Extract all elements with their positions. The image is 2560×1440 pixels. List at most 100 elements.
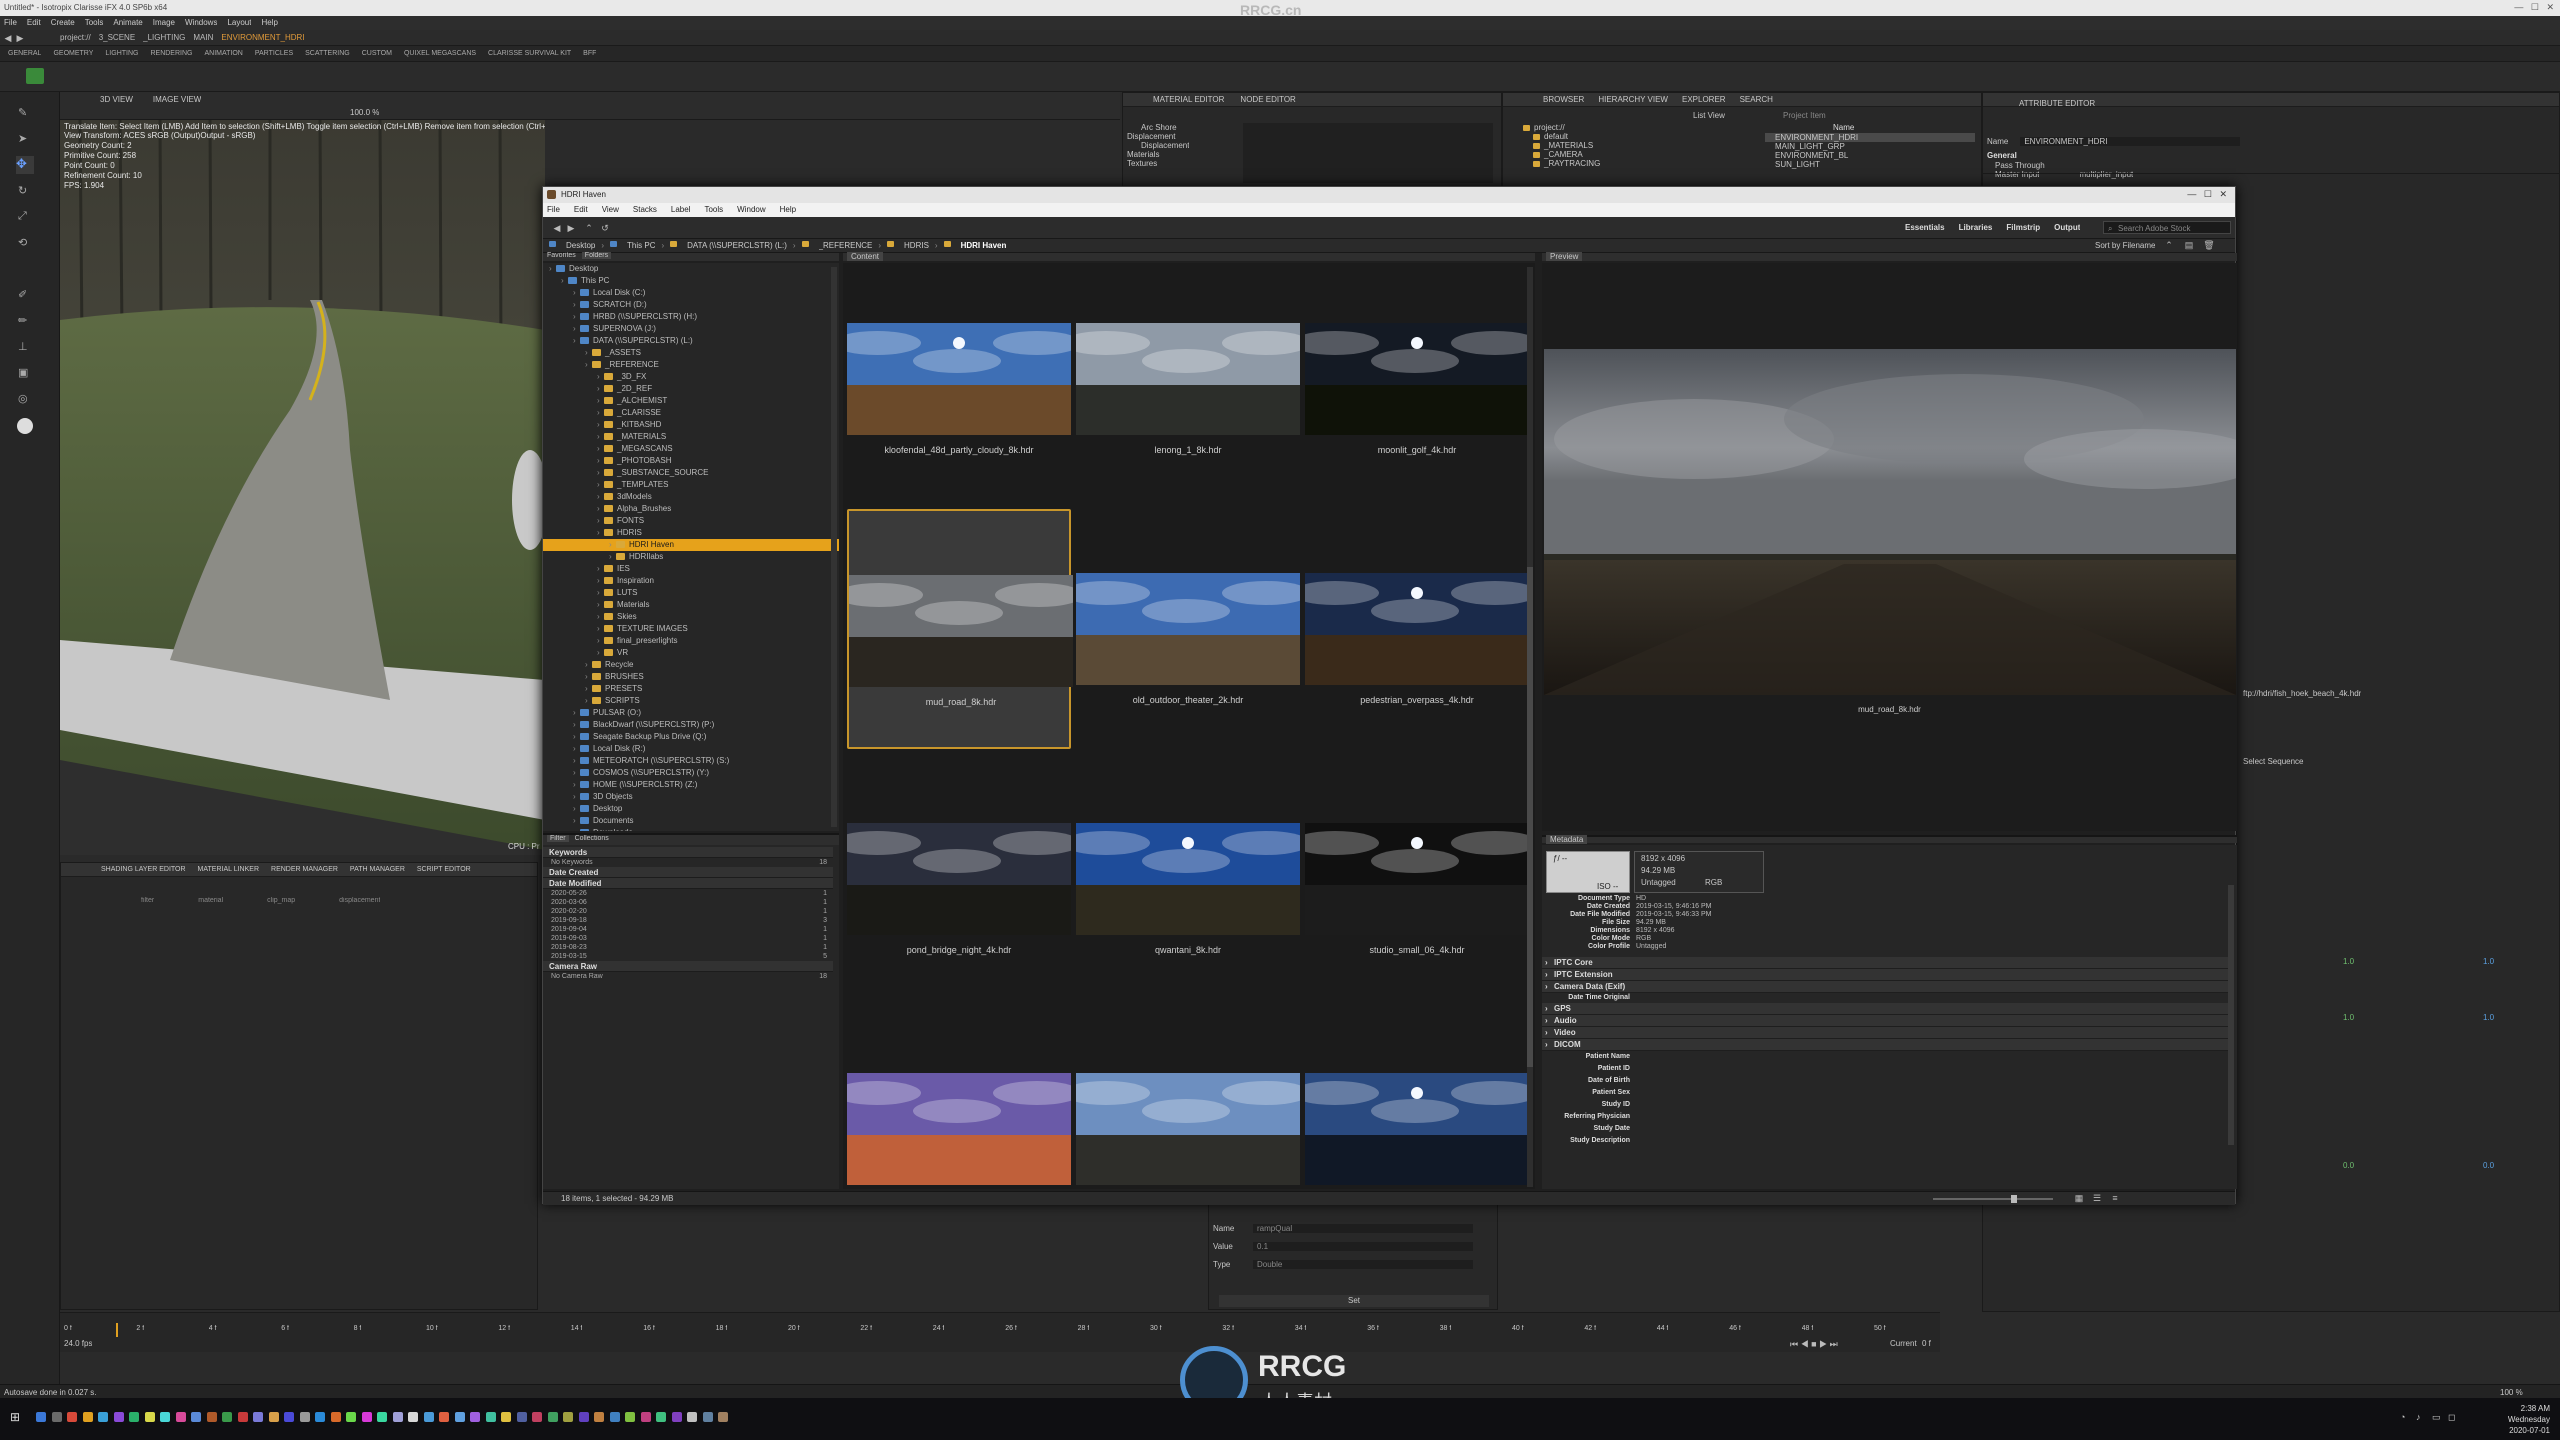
- metadata-section-header[interactable]: › IPTC Extension: [1542, 969, 2228, 981]
- folder-tree-item[interactable]: › SUPERNOVA (J:): [543, 323, 839, 335]
- attr-group[interactable]: General: [1987, 151, 2017, 160]
- taskbar-app-icon[interactable]: [144, 1412, 155, 1422]
- menu-item[interactable]: Help: [261, 18, 277, 27]
- material-tab[interactable]: NODE EDITOR: [1240, 95, 1295, 104]
- node-graph[interactable]: [1243, 123, 1493, 183]
- taskbar-app-icon[interactable]: [51, 1412, 62, 1422]
- taskbar-app-icon[interactable]: [656, 1412, 666, 1422]
- breadcrumb-item[interactable]: _REFERENCE: [819, 241, 873, 250]
- shading-column-header[interactable]: filter: [141, 897, 154, 904]
- clock-day[interactable]: Wednesday: [2480, 1415, 2550, 1424]
- folder-tree-item[interactable]: › HDRIlabs: [543, 551, 839, 563]
- expand-chevron-icon[interactable]: ›: [597, 599, 604, 611]
- filter-section-header[interactable]: Keywords: [543, 847, 833, 858]
- content-scrollbar[interactable]: [1527, 267, 1533, 1187]
- folder-up-icon[interactable]: ⌃: [583, 222, 595, 234]
- folder-tree-item[interactable]: › HRBD (\\SUPERCLSTR) (H:): [543, 311, 839, 323]
- bottom-tab[interactable]: MATERIAL LINKER: [198, 866, 259, 873]
- attr-row[interactable]: Pass Through: [1995, 161, 2395, 170]
- boomerang-icon[interactable]: ↺: [599, 222, 611, 234]
- filter-tab[interactable]: Collections: [575, 835, 609, 842]
- taskbar-app-icon[interactable]: [330, 1412, 341, 1422]
- move-icon[interactable]: ✥: [16, 156, 34, 174]
- paint-icon[interactable]: ✐: [18, 288, 32, 302]
- taskbar-app-icon[interactable]: [687, 1412, 697, 1422]
- attr-file-path[interactable]: ftp://hdri/fish_hoek_beach_4k.hdr: [2243, 689, 2361, 698]
- taskbar-app-icon[interactable]: [346, 1412, 356, 1422]
- expand-chevron-icon[interactable]: ›: [573, 719, 580, 731]
- preview-image[interactable]: [1544, 349, 2236, 695]
- expand-chevron-icon[interactable]: ›: [597, 371, 604, 383]
- expand-chevron-icon[interactable]: ›: [585, 347, 592, 359]
- folder-tree-item[interactable]: › _SUBSTANCE_SOURCE: [543, 467, 839, 479]
- taskbar-app-icon[interactable]: [392, 1412, 403, 1422]
- expand-chevron-icon[interactable]: ›: [609, 539, 616, 551]
- browser-tree-item[interactable]: _MATERIALS: [1523, 141, 1600, 150]
- path-segment[interactable]: MAIN: [193, 33, 213, 42]
- folder-tree-item[interactable]: › This PC: [543, 275, 839, 287]
- filter-section-header[interactable]: Camera Raw: [543, 961, 833, 972]
- thumbnail[interactable]: kloofendal_48d_partly_cloudy_8k.hdr: [847, 263, 1071, 499]
- filter-section-header[interactable]: Date Created: [543, 867, 833, 878]
- expand-chevron-icon[interactable]: ›: [597, 611, 604, 623]
- breadcrumb-item[interactable]: This PC: [627, 241, 655, 250]
- thumbnail[interactable]: mud_road_8k.hdr: [847, 509, 1073, 749]
- sort-dropdown[interactable]: Sort by Filename: [2095, 241, 2155, 250]
- filter-row[interactable]: 2019-09-03 1: [543, 934, 833, 943]
- taskbar-app-icon[interactable]: [702, 1412, 713, 1422]
- timeline[interactable]: 0 f 2 f 4 f 6 f 8 f 10 f 12 f 14 f 16 f 18 f 20 f 2…: [60, 1312, 1940, 1352]
- notification-icon[interactable]: ◻: [2448, 1412, 2455, 1423]
- filter-section-header[interactable]: Date Modified: [543, 878, 833, 889]
- folder-tree-item[interactable]: › METEORATCH (\\SUPERCLSTR) (S:): [543, 755, 839, 767]
- thumbnail[interactable]: [847, 1009, 1071, 1189]
- new-folder-icon[interactable]: ▤: [2183, 239, 2195, 251]
- path-segment[interactable]: ENVIRONMENT_HDRI: [221, 33, 304, 42]
- folder-tree-item[interactable]: › _TEMPLATES: [543, 479, 839, 491]
- thumbnail[interactable]: studio_small_06_4k.hdr: [1305, 759, 1529, 999]
- metadata-section-header[interactable]: › Camera Data (Exif): [1542, 981, 2228, 993]
- menu-item[interactable]: Animate: [113, 18, 142, 27]
- folder-tree-item[interactable]: › SCRATCH (D:): [543, 299, 839, 311]
- thumbnail[interactable]: pedestrian_overpass_4k.hdr: [1305, 509, 1529, 749]
- folder-tree-item[interactable]: › final_preserlights: [543, 635, 839, 647]
- folder-tree-item[interactable]: › BlackDwarf (\\SUPERCLSTR) (P:): [543, 719, 839, 731]
- bridge-window-controls[interactable]: — ☐ ✕: [2187, 189, 2227, 200]
- taskbar-app-icon[interactable]: [532, 1412, 542, 1422]
- folder-tree-item[interactable]: › TEXTURE IMAGES: [543, 623, 839, 635]
- folder-tree-item[interactable]: › HDRIS: [543, 527, 839, 539]
- expand-chevron-icon[interactable]: ›: [597, 383, 604, 395]
- browser-tree-item[interactable]: project://: [1523, 123, 1600, 132]
- forward-icon[interactable]: ▶: [14, 32, 26, 44]
- trash-icon[interactable]: 🗑: [2203, 239, 2215, 251]
- taskbar-app-icon[interactable]: [609, 1412, 620, 1422]
- taskbar-app-icon[interactable]: [237, 1412, 248, 1422]
- browser-list-item[interactable]: SUN_LIGHT: [1765, 160, 1975, 169]
- expand-chevron-icon[interactable]: ›: [597, 587, 604, 599]
- thumbnail[interactable]: qwantani_8k.hdr: [1076, 759, 1300, 999]
- variable-input[interactable]: Double: [1253, 1259, 1473, 1269]
- nav-forward-icon[interactable]: ▶: [565, 222, 577, 234]
- material-tree-item[interactable]: Displacement: [1127, 141, 1189, 150]
- attr-value-2[interactable]: 1.0: [2483, 957, 2494, 966]
- shelf-tab[interactable]: RENDERING: [150, 50, 192, 57]
- expand-chevron-icon[interactable]: ›: [597, 479, 604, 491]
- metadata-section-header[interactable]: › GPS: [1542, 1003, 2228, 1015]
- attr-row[interactable]: Master Input multiplier_input: [1995, 170, 2395, 179]
- taskbar-app-icon[interactable]: [625, 1412, 635, 1422]
- material-tree-item[interactable]: Displacement: [1127, 132, 1189, 141]
- folder-tree-item[interactable]: › PULSAR (O:): [543, 707, 839, 719]
- folder-tree-item[interactable]: › Inspiration: [543, 575, 839, 587]
- bottom-tab[interactable]: RENDER MANAGER: [271, 866, 338, 873]
- taskbar-app-icon[interactable]: [377, 1412, 387, 1422]
- expand-chevron-icon[interactable]: ›: [573, 827, 580, 831]
- folder-tree-item[interactable]: › Alpha_Brushes: [543, 503, 839, 515]
- metadata-tab[interactable]: Metadata: [1546, 835, 1588, 844]
- filter-row[interactable]: 2020-02-20 1: [543, 907, 833, 916]
- attr-value[interactable]: multiplier_input: [2079, 170, 2133, 179]
- shelf-tab[interactable]: LIGHTING: [105, 50, 138, 57]
- workspace-tab[interactable]: Output: [2054, 223, 2080, 232]
- breadcrumb-item[interactable]: Desktop: [566, 241, 595, 250]
- folder-tree-item[interactable]: › _ASSETS: [543, 347, 839, 359]
- expand-chevron-icon[interactable]: ›: [573, 791, 580, 803]
- taskbar-app-icon[interactable]: [67, 1412, 77, 1422]
